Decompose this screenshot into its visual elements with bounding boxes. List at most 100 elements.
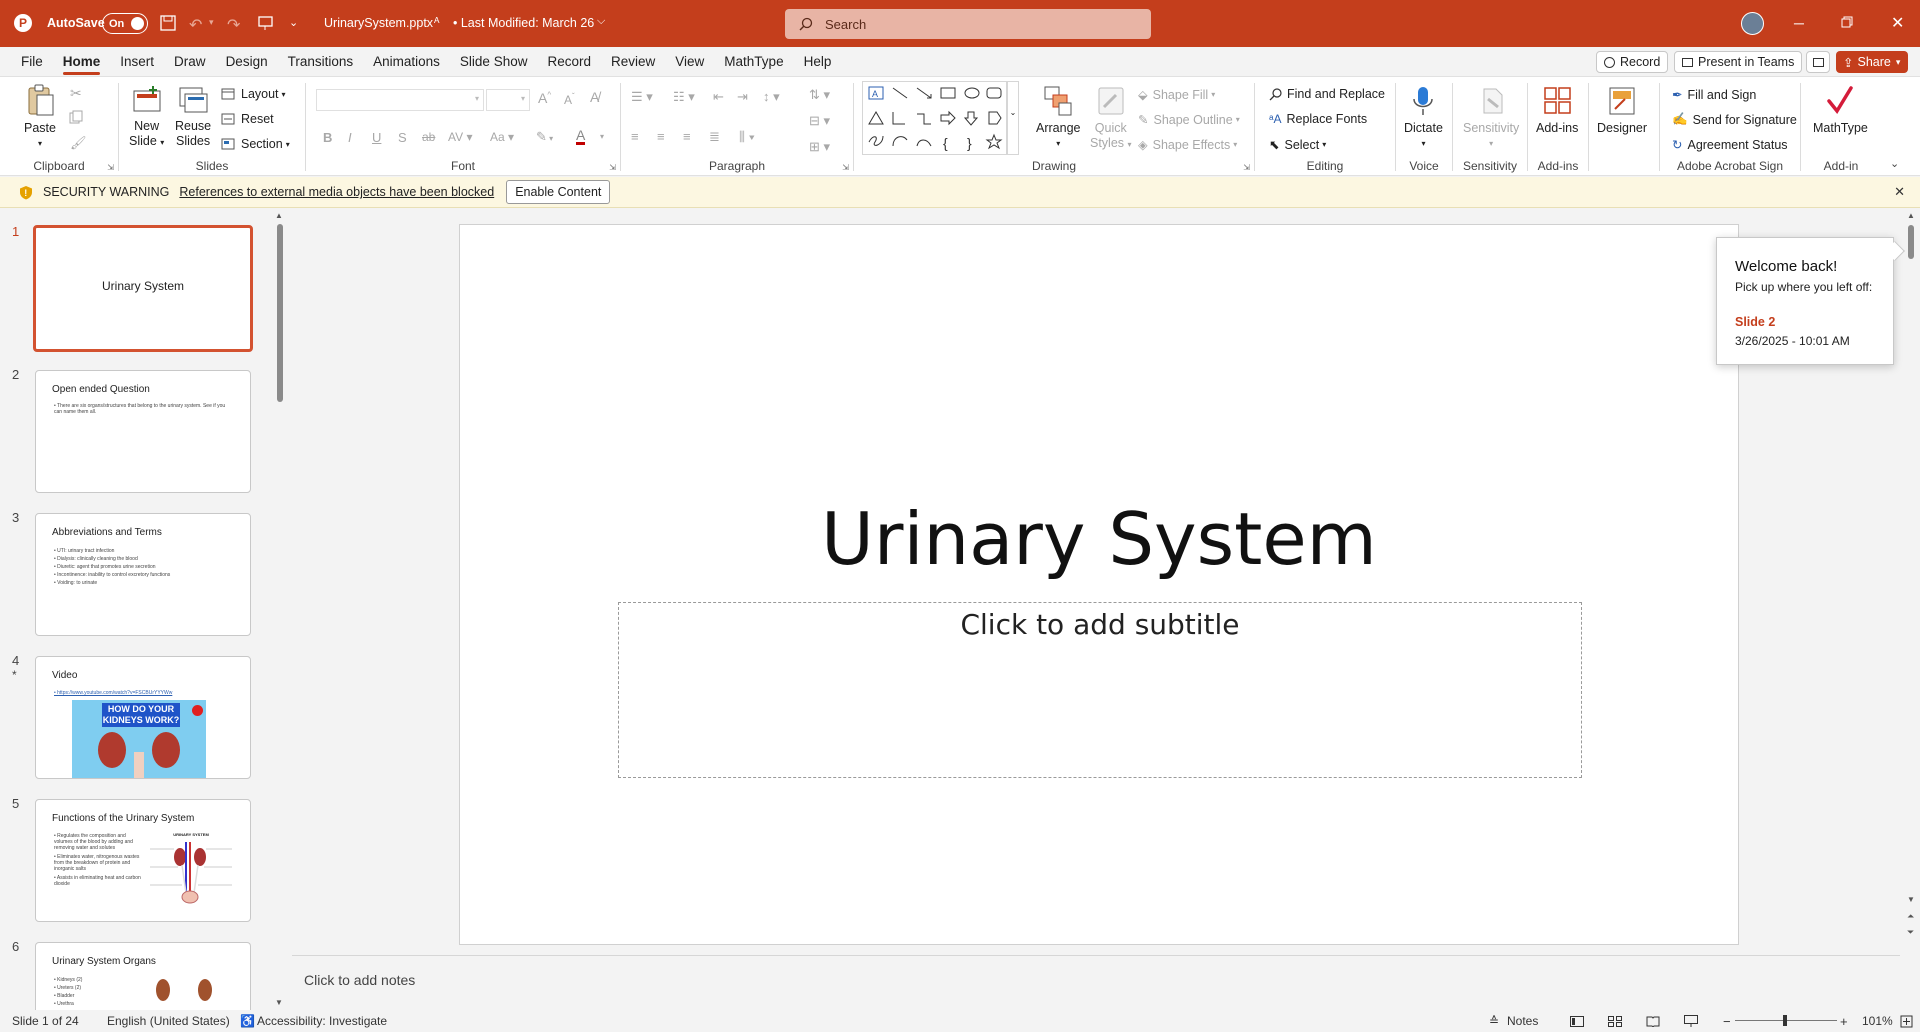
- language-indicator[interactable]: English (United States): [107, 1014, 230, 1028]
- enable-content-button[interactable]: Enable Content: [506, 180, 611, 204]
- dialog-launcher-icon[interactable]: ⇲: [1243, 163, 1250, 172]
- autosave-toggle[interactable]: On: [102, 13, 148, 34]
- align-left-icon[interactable]: ≡: [631, 129, 639, 144]
- chevron-down-icon[interactable]: ⌵: [597, 15, 605, 28]
- zoom-in-icon[interactable]: +: [1840, 1014, 1848, 1029]
- chevron-down-icon[interactable]: ▾: [600, 132, 604, 141]
- tab-transitions[interactable]: Transitions: [278, 47, 364, 77]
- smartart-icon[interactable]: ⊞ ▾: [809, 139, 830, 155]
- search-box[interactable]: Search: [785, 9, 1151, 39]
- bullets-icon[interactable]: ☰ ▾: [631, 89, 653, 105]
- present-in-teams-button[interactable]: Present in Teams: [1674, 51, 1803, 73]
- tab-record[interactable]: Record: [537, 47, 601, 77]
- scroll-down-icon[interactable]: ▼: [275, 998, 283, 1007]
- slide-thumbnail-2[interactable]: Open ended Question • There are six orga…: [35, 370, 251, 493]
- line-spacing-icon[interactable]: ↕ ▾: [763, 89, 780, 105]
- mathtype-button[interactable]: MathType: [1813, 85, 1868, 136]
- find-and-replace-button[interactable]: Find and Replace: [1269, 87, 1385, 101]
- customize-qat-icon[interactable]: ⌄: [289, 16, 298, 29]
- tab-slide-show[interactable]: Slide Show: [450, 47, 538, 77]
- layout-button[interactable]: Layout ▾: [221, 87, 286, 101]
- zoom-slider-thumb[interactable]: [1783, 1015, 1787, 1026]
- thumbnail-scrollbar[interactable]: ▲ ▼: [274, 209, 286, 1009]
- slide-sorter-icon[interactable]: [1608, 1015, 1622, 1027]
- scroll-up-icon[interactable]: ▲: [275, 211, 283, 220]
- font-size-dropdown[interactable]: ▾: [486, 89, 530, 111]
- change-case-icon[interactable]: Aa ▾: [490, 130, 514, 144]
- slide-thumbnail-3[interactable]: Abbreviations and Terms • UTI: urinary t…: [35, 513, 251, 636]
- section-button[interactable]: Section ▾: [221, 137, 290, 151]
- tab-design[interactable]: Design: [216, 47, 278, 77]
- bold-icon[interactable]: B: [323, 130, 332, 145]
- new-slide-button[interactable]: New Slide ▾: [129, 85, 164, 150]
- dialog-launcher-icon[interactable]: ⇲: [609, 163, 616, 172]
- increase-indent-icon[interactable]: ⇥: [737, 89, 748, 105]
- undo-icon[interactable]: ↶: [189, 15, 202, 35]
- tab-help[interactable]: Help: [794, 47, 842, 77]
- last-modified[interactable]: • Last Modified: March 26: [453, 16, 594, 30]
- notes-icon[interactable]: ≙: [1489, 1014, 1499, 1028]
- record-button[interactable]: Record: [1596, 51, 1669, 73]
- numbering-icon[interactable]: ☷ ▾: [673, 89, 695, 105]
- font-color-icon[interactable]: A: [576, 128, 586, 145]
- scrollbar-thumb[interactable]: [277, 224, 283, 402]
- paste-button[interactable]: Paste ▾: [24, 83, 56, 151]
- slide-thumbnail-5[interactable]: Functions of the Urinary System • Regula…: [35, 799, 251, 922]
- reading-view-icon[interactable]: [1646, 1016, 1660, 1027]
- tab-file[interactable]: File: [11, 47, 53, 77]
- decrease-indent-icon[interactable]: ⇤: [713, 89, 724, 105]
- tab-home[interactable]: Home: [53, 47, 111, 77]
- select-button[interactable]: ⬉ Select ▾: [1269, 137, 1326, 153]
- comments-button[interactable]: [1806, 51, 1830, 73]
- text-direction-icon[interactable]: ⇅ ▾: [809, 87, 830, 103]
- dialog-launcher-icon[interactable]: ⇲: [842, 163, 849, 172]
- format-painter-icon[interactable]: 🖌: [70, 135, 87, 151]
- slide-scrollbar[interactable]: ▲ ▼ ⏶ ⏷: [1904, 209, 1918, 954]
- add-ins-button[interactable]: Add-ins: [1536, 85, 1578, 136]
- copy-icon[interactable]: [69, 110, 83, 124]
- sensitivity-button[interactable]: Sensitivity ▾: [1463, 85, 1519, 151]
- scroll-up-icon[interactable]: ▲: [1907, 211, 1915, 220]
- reuse-slides-button[interactable]: Reuse Slides: [175, 85, 211, 149]
- zoom-slider[interactable]: [1735, 1015, 1837, 1026]
- underline-icon[interactable]: U: [372, 130, 381, 145]
- agreement-status-button[interactable]: ↻ Agreement Status: [1672, 137, 1788, 153]
- decrease-font-size-icon[interactable]: Aˇ: [564, 92, 575, 107]
- notes-button[interactable]: Notes: [1507, 1014, 1538, 1028]
- slide-counter[interactable]: Slide 1 of 24: [12, 1014, 79, 1028]
- italic-icon[interactable]: I: [348, 130, 352, 145]
- zoom-level[interactable]: 101%: [1862, 1014, 1893, 1028]
- undo-dropdown-icon[interactable]: ▾: [209, 17, 214, 28]
- welcome-back-popup[interactable]: Welcome back! Pick up where you left off…: [1716, 237, 1894, 365]
- tab-view[interactable]: View: [665, 47, 714, 77]
- fill-and-sign-button[interactable]: ✒ Fill and Sign: [1672, 87, 1756, 103]
- tab-animations[interactable]: Animations: [363, 47, 450, 77]
- scroll-down-icon[interactable]: ▼: [1907, 895, 1915, 904]
- next-slide-icon[interactable]: ⏷: [1907, 927, 1914, 938]
- shapes-more-button[interactable]: ⌄: [1007, 81, 1019, 155]
- minimize-icon[interactable]: ─: [1794, 15, 1804, 31]
- justify-icon[interactable]: ≣: [709, 129, 720, 145]
- character-spacing-icon[interactable]: AV ▾: [448, 130, 472, 144]
- fit-to-window-icon[interactable]: [1900, 1015, 1913, 1028]
- normal-view-icon[interactable]: [1570, 1015, 1584, 1027]
- clear-formatting-icon[interactable]: A̸: [590, 89, 599, 105]
- tab-mathtype[interactable]: MathType: [714, 47, 793, 77]
- slide-canvas[interactable]: Urinary System Click to add subtitle: [459, 224, 1739, 945]
- shape-fill-button[interactable]: ⬙ Shape Fill ▾: [1138, 87, 1215, 103]
- shadow-icon[interactable]: S: [398, 130, 407, 145]
- warning-message-link[interactable]: References to external media objects hav…: [179, 185, 494, 199]
- tab-draw[interactable]: Draw: [164, 47, 216, 77]
- shape-outline-button[interactable]: ✎ Shape Outline ▾: [1138, 112, 1240, 128]
- font-name-dropdown[interactable]: ▾: [316, 89, 484, 111]
- slide-thumbnail-1[interactable]: Urinary System: [33, 225, 253, 352]
- slide-title[interactable]: Urinary System: [460, 497, 1738, 581]
- align-right-icon[interactable]: ≡: [683, 129, 691, 144]
- arrange-button[interactable]: Arrange ▾: [1036, 85, 1080, 151]
- designer-button[interactable]: Designer: [1597, 85, 1647, 136]
- file-name[interactable]: UrinarySystem.pptx: [324, 16, 433, 30]
- accessibility-status[interactable]: Accessibility: Investigate: [257, 1014, 387, 1028]
- replace-fonts-button[interactable]: ᵃA Replace Fonts: [1269, 112, 1367, 126]
- columns-icon[interactable]: ⫼ ▾: [739, 129, 755, 145]
- share-button[interactable]: ⇪ Share ▾: [1836, 51, 1908, 73]
